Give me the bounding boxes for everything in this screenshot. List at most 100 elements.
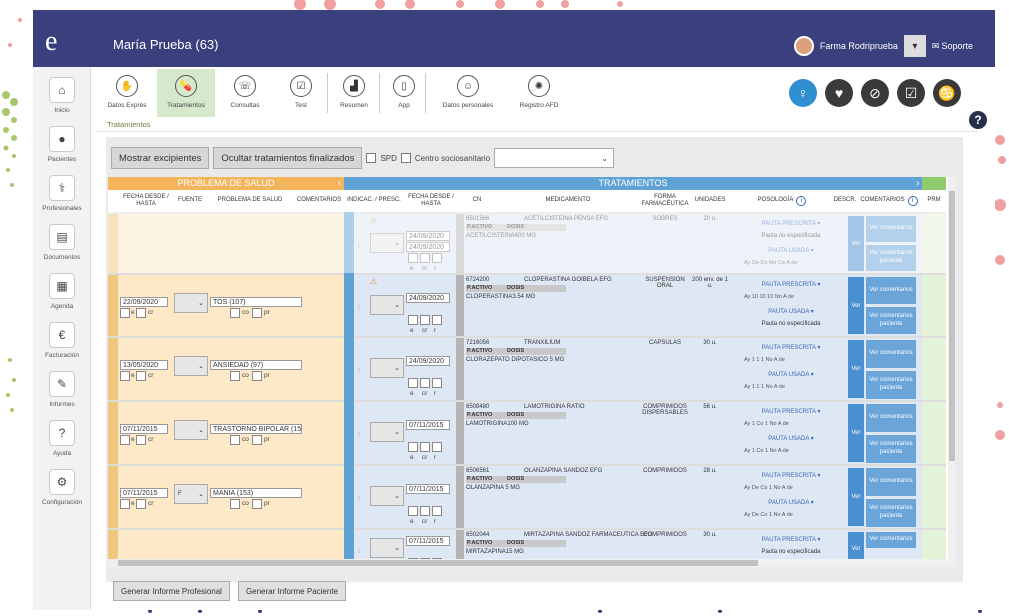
body-figure-icon[interactable]: ♀ xyxy=(789,79,817,107)
e-checkbox[interactable] xyxy=(408,506,418,516)
chart-icon[interactable]: ⫶ xyxy=(358,432,360,440)
view-description-button[interactable]: Ver xyxy=(848,216,864,271)
centro-select[interactable]: ⌄ xyxy=(494,148,615,168)
ps-date-input[interactable]: 07/11/2015 xyxy=(120,424,168,434)
e-checkbox[interactable] xyxy=(408,253,418,263)
tab-datos-personales[interactable]: ☺ Datos personales xyxy=(429,69,507,117)
chart-icon[interactable]: ⫶ xyxy=(358,305,360,313)
used-dosage-link[interactable]: PAUTA USADA ▾ xyxy=(744,435,838,442)
co-checkbox[interactable] xyxy=(230,435,240,445)
help-icon[interactable]: ? xyxy=(969,111,987,129)
pr-checkbox[interactable] xyxy=(252,499,262,509)
sidebar-item[interactable]: € Facturación xyxy=(37,322,87,368)
pr-checkbox[interactable] xyxy=(252,371,262,381)
horizontal-scrollbar[interactable] xyxy=(108,559,948,567)
tab-consultas[interactable]: ☏ Consultas xyxy=(217,69,273,117)
prescribed-dosage-inputs[interactable]: Ay 10 10 10 No A de xyxy=(744,294,794,303)
r-checkbox[interactable] xyxy=(432,253,442,263)
treatment-from-date[interactable]: 07/11/2015 xyxy=(406,420,450,430)
heart-pulse-icon[interactable]: ♥ xyxy=(825,79,853,107)
centro-checkbox[interactable] xyxy=(400,153,411,163)
lungs-icon[interactable]: ♋ xyxy=(933,79,961,107)
hide-finished-button[interactable]: Ocultar tratamientos finalizados xyxy=(213,147,363,169)
prescription-select[interactable]: ⌄ xyxy=(370,295,404,315)
prescribed-dosage-link[interactable]: PAUTA PRESCRITA ▾ xyxy=(744,344,838,351)
prescribed-dosage-link[interactable]: PAUTA PRESCRITA ▾ xyxy=(744,220,838,227)
source-select[interactable]: F ⌄ xyxy=(174,484,208,504)
e-checkbox[interactable] xyxy=(408,442,418,452)
tab-test[interactable]: ☑ Test xyxy=(275,69,327,117)
co-checkbox[interactable] xyxy=(230,308,240,318)
view-description-button[interactable]: Ver xyxy=(848,340,864,398)
treatment-from-date[interactable]: 24/09/2020 xyxy=(406,293,450,303)
treatment-from-date[interactable]: 24/09/2020 xyxy=(406,356,450,366)
expand-right-icon[interactable]: › xyxy=(916,177,919,190)
tab-tratamientos[interactable]: 💊 Tratamientos xyxy=(157,69,215,117)
info-icon[interactable]: i xyxy=(907,196,918,206)
tab-registro-afd[interactable]: ✺ Registro AFD xyxy=(509,69,569,117)
professional-report-button[interactable]: Generar Informe Profesional xyxy=(113,581,230,601)
view-description-button[interactable]: Ver xyxy=(848,277,864,334)
e-checkbox[interactable] xyxy=(120,371,130,381)
chart-icon[interactable]: ⫶ xyxy=(358,496,360,504)
prescribed-dosage-inputs[interactable]: Ay 1 Co 1 No A de xyxy=(744,421,789,430)
prescribed-dosage-inputs[interactable]: Ay 1 1 1 No A de xyxy=(744,357,785,366)
chart-icon[interactable]: ⫶ xyxy=(358,243,360,251)
doctor-icon[interactable]: ⚕ xyxy=(49,175,75,201)
used-dosage-inputs[interactable]: Ay De Co Me Ce A de xyxy=(744,260,797,269)
settings-icon[interactable]: ⚙ xyxy=(49,469,75,495)
sidebar-item[interactable]: ▦ Agenda xyxy=(37,273,87,319)
user-icon[interactable]: ● xyxy=(49,126,75,152)
health-problem-input[interactable]: TRASTORNO BIPOLAR (154 xyxy=(210,424,302,434)
e-checkbox[interactable] xyxy=(120,499,130,509)
tab-datos-exprés[interactable]: ✋ Datos Exprés xyxy=(99,69,155,117)
used-dosage-link[interactable]: PAUTA USADA ▾ xyxy=(744,308,838,315)
used-dosage-link[interactable]: PAUTA USADA ▾ xyxy=(744,247,838,254)
pr-checkbox[interactable] xyxy=(252,308,262,318)
view-patient-comments-button[interactable]: Ver comentarios paciente xyxy=(866,435,916,463)
prescribed-dosage-link[interactable]: PAUTA PRESCRITA ▾ xyxy=(744,281,838,288)
source-select[interactable]: ⌄ xyxy=(174,420,208,440)
view-comments-button[interactable]: Ver comentarios xyxy=(866,532,916,548)
sidebar-item[interactable]: ⚕ Profesionales xyxy=(37,175,87,221)
prescribed-dosage-link[interactable]: PAUTA PRESCRITA ▾ xyxy=(744,408,838,415)
treatment-to-date[interactable]: 24/09/2020 xyxy=(406,242,450,252)
calendar-icon[interactable]: ▦ xyxy=(49,273,75,299)
document-icon[interactable]: ▤ xyxy=(49,224,75,250)
ps-date-input[interactable]: 07/11/2015 xyxy=(120,488,168,498)
home-icon[interactable]: ⌂ xyxy=(49,77,75,103)
scroll-thumb[interactable] xyxy=(118,560,758,566)
prescription-select[interactable]: ⌄ xyxy=(370,422,404,442)
health-problem-input[interactable]: ANSIEDAD (97) xyxy=(210,360,302,370)
e-checkbox[interactable] xyxy=(120,435,130,445)
co-checkbox[interactable] xyxy=(230,499,240,509)
view-comments-button[interactable]: Ver comentarios xyxy=(866,277,916,304)
sidebar-item[interactable]: ● Pacientes xyxy=(37,126,87,172)
treatment-from-date[interactable]: 07/11/2015 xyxy=(406,536,450,546)
health-problem-input[interactable]: TOS (107) xyxy=(210,297,302,307)
view-patient-comments-button[interactable]: Ver comentarios paciente xyxy=(866,499,916,527)
sidebar-item[interactable]: ⌂ Inicio xyxy=(37,77,87,123)
sidebar-item[interactable]: ⚙ Configuración xyxy=(37,469,87,515)
avatar[interactable] xyxy=(793,36,814,56)
ps-date-input[interactable]: 13/05/2020 xyxy=(120,360,168,370)
chart-icon[interactable]: ⫶ xyxy=(358,368,360,376)
chart-icon[interactable]: ⫶ xyxy=(358,548,360,556)
report-icon[interactable]: ✎ xyxy=(49,371,75,397)
pr-checkbox[interactable] xyxy=(252,435,262,445)
r-checkbox[interactable] xyxy=(432,315,442,325)
prescribed-dosage-link[interactable]: PAUTA PRESCRITA ▾ xyxy=(744,472,838,479)
view-comments-button[interactable]: Ver comentarios xyxy=(866,216,916,242)
source-select[interactable]: ⌄ xyxy=(174,293,208,313)
patient-report-button[interactable]: Generar Informe Paciente xyxy=(237,581,346,601)
checklist-icon[interactable]: ☑ xyxy=(897,79,925,107)
view-comments-button[interactable]: Ver comentarios xyxy=(866,340,916,368)
sidebar-item[interactable]: ? Ayuda xyxy=(37,420,87,466)
co-checkbox[interactable] xyxy=(230,371,240,381)
cr-checkbox[interactable] xyxy=(420,506,430,516)
cr-checkbox[interactable] xyxy=(136,435,146,445)
collapse-left-icon[interactable]: ‹ xyxy=(338,177,341,190)
tab-resumen[interactable]: ▟ Resumen xyxy=(329,69,379,117)
used-dosage-inputs[interactable]: Ay 1 1 1 No A de xyxy=(744,384,785,393)
sidebar-item[interactable]: ▤ Documentos xyxy=(37,224,87,270)
